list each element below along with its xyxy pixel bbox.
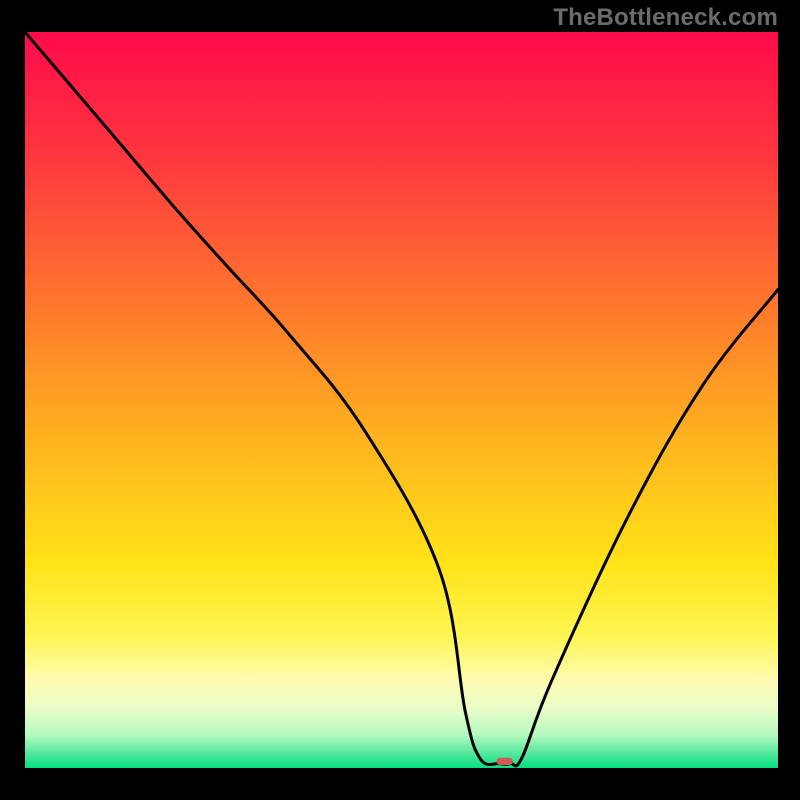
bottleneck-plot <box>0 0 800 800</box>
chart-frame: TheBottleneck.com <box>0 0 800 800</box>
watermark-text: TheBottleneck.com <box>553 4 778 32</box>
plot-background <box>25 32 778 768</box>
optimal-marker <box>496 758 513 765</box>
